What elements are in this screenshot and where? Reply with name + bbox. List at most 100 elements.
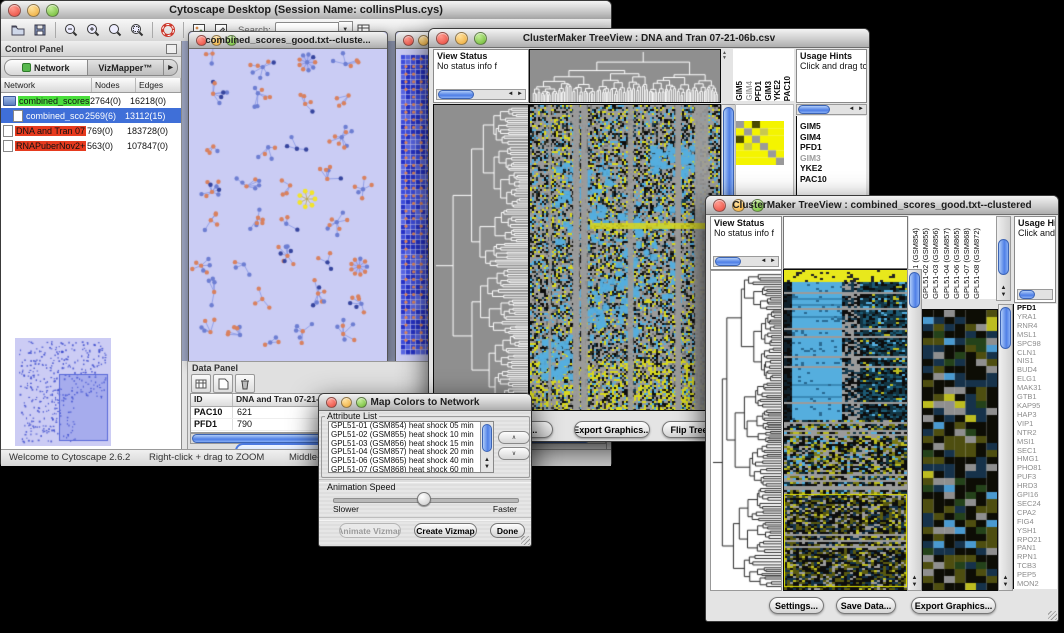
desktop: Cytoscape Desktop (Session Name: collins…	[0, 0, 1064, 633]
scrollbar-thumb[interactable]	[909, 272, 920, 308]
network-table-header: Network Nodes Edges	[1, 78, 181, 93]
scrollbar-arrows-icon[interactable]: ▲▼	[999, 575, 1012, 589]
column-label: GPL51-02 (GSM855)	[921, 228, 931, 299]
tv2-genelist-vscrollbar[interactable]: ▲▼	[998, 304, 1013, 591]
zoom-in-icon[interactable]	[83, 21, 103, 39]
tv1-left-dendrogram[interactable]	[433, 104, 529, 411]
scrollbar-arrows-icon[interactable]: ▲▼	[997, 285, 1010, 299]
network-view-window[interactable]: combined_scores_good.txt--cluste...	[188, 31, 388, 363]
dialog-titlebar[interactable]: Map Colors to Network	[319, 394, 531, 411]
scrollbar-thumb[interactable]	[715, 257, 741, 266]
row-label[interactable]: PFD1	[797, 142, 866, 153]
tab-vizmapper[interactable]: VizMapper™	[88, 59, 165, 76]
scrollbar-thumb[interactable]	[1019, 290, 1035, 299]
tv2-heatmap-vscrollbar[interactable]: ▲▼	[907, 269, 922, 591]
create-vizmap-button[interactable]: Create Vizmap	[414, 523, 477, 538]
scrollbar-thumb[interactable]	[998, 239, 1009, 275]
zoom-fit-icon[interactable]	[105, 21, 125, 39]
row-label[interactable]: PAC10	[797, 174, 866, 185]
view-status-hscrollbar[interactable]: ◄ ►	[713, 256, 779, 267]
network-name: combined_sco	[25, 111, 85, 121]
tv2-left-dendrogram[interactable]	[710, 270, 782, 591]
attribute-listbox[interactable]: GPL51-01 (GSM854) heat shock 05 minGPL51…	[328, 421, 494, 473]
scrollbar-thumb[interactable]	[482, 424, 492, 452]
resize-grip[interactable]	[521, 536, 530, 545]
tv2-top-dendrogram-area[interactable]	[783, 216, 908, 269]
tv1-correlation-matrix[interactable]	[736, 121, 784, 165]
control-panel-tabs: Network VizMapper™ ▶	[1, 57, 181, 78]
animate-vizmap-button[interactable]: Animate Vizmap	[339, 523, 401, 538]
move-up-button[interactable]: ∧	[498, 431, 530, 444]
help-icon[interactable]	[158, 21, 178, 39]
control-panel: Control Panel Network VizMapper™ ▶ Netwo…	[1, 41, 182, 449]
tv2-title: ClusterMaker TreeView : combined_scores_…	[706, 196, 1058, 214]
main-titlebar[interactable]: Cytoscape Desktop (Session Name: collins…	[1, 1, 611, 20]
tv1-view-status-panel: View Status No status info f ◄ ►	[433, 49, 529, 103]
network-list-row[interactable]: DNA and Tran 07769(0)183728(0)	[1, 123, 181, 138]
scrollbar-arrows-icon[interactable]: ▲▼	[908, 575, 921, 589]
network-list: combined_scores2764(0)16218(0)combined_s…	[1, 93, 181, 153]
tv1-usage-hints-panel: Usage Hints Click and drag to	[796, 49, 867, 103]
column-label: PFD1	[754, 81, 764, 101]
row-label[interactable]: GIM3	[797, 153, 866, 164]
attribute-select-icon[interactable]	[191, 374, 211, 393]
birdseye-canvas[interactable]	[15, 338, 111, 446]
network-list-row[interactable]: combined_sco2569(6)13112(15)	[1, 108, 181, 123]
tv2-titlebar[interactable]: ClusterMaker TreeView : combined_scores_…	[706, 196, 1058, 215]
main-window-title: Cytoscape Desktop (Session Name: collins…	[1, 1, 611, 19]
tv1-usage-hscrollbar[interactable]: ◄ ►	[796, 104, 867, 115]
row-label[interactable]: YKE2	[797, 163, 866, 174]
view-status-hscrollbar[interactable]: ◄ ►	[436, 89, 526, 100]
tv1-titlebar[interactable]: ClusterMaker TreeView : DNA and Tran 07-…	[429, 29, 869, 48]
network-canvas[interactable]	[189, 49, 385, 361]
zoom-region-icon[interactable]	[127, 21, 147, 39]
tv2-labels-vscrollbar[interactable]: ▲▼	[996, 216, 1011, 301]
row-id: PAC10	[191, 407, 233, 418]
attribute-list-vscrollbar[interactable]: ▲▼	[480, 422, 493, 472]
scrollbar-thumb[interactable]	[438, 90, 474, 99]
close-button[interactable]	[403, 35, 414, 46]
network-view-titlebar[interactable]: combined_scores_good.txt--cluste...	[189, 32, 387, 49]
slider-thumb[interactable]	[417, 492, 431, 506]
column-label: GPL51-04 (GSM857)	[942, 228, 952, 299]
network-edges-count: 107847(0)	[127, 141, 181, 151]
tv2-heatmap[interactable]	[783, 269, 908, 591]
tab-overflow-arrow[interactable]: ▶	[164, 59, 178, 76]
tv1-top-dendrogram[interactable]	[529, 49, 721, 103]
scrollbar-thumb[interactable]	[1000, 307, 1011, 349]
splitter-arrows-icon[interactable]: ▲▼	[722, 51, 727, 61]
move-down-button[interactable]: ∨	[498, 447, 530, 460]
gene-label[interactable]: MON2	[1014, 580, 1057, 589]
save-icon[interactable]	[30, 21, 50, 39]
tv1-button-export-graphics-[interactable]: Export Graphics...	[574, 421, 650, 438]
tv2-button-export-graphics-[interactable]: Export Graphics...	[911, 597, 996, 614]
resize-grip[interactable]	[1048, 611, 1057, 620]
scrollbar-arrows-icon[interactable]: ◄ ►	[760, 257, 777, 265]
row-label[interactable]: GIM5	[797, 121, 866, 132]
tv1-heatmap[interactable]	[529, 104, 721, 411]
network-list-row[interactable]: RNAPuberNov2+563(0)107847(0)	[1, 138, 181, 153]
scrollbar-arrows-icon[interactable]: ▲▼	[481, 457, 493, 471]
scrollbar-arrows-icon[interactable]: ◄ ►	[507, 90, 524, 98]
new-attribute-icon[interactable]	[213, 374, 233, 393]
zoom-out-icon[interactable]	[61, 21, 81, 39]
done-button[interactable]: Done	[490, 523, 525, 538]
row-label[interactable]: GIM4	[797, 132, 866, 143]
map-colors-dialog[interactable]: Map Colors to Network Attribute List GPL…	[318, 393, 532, 547]
open-icon[interactable]	[8, 21, 28, 39]
scrollbar-thumb[interactable]	[723, 107, 734, 201]
attribute-list-group: GPL51-01 (GSM854) heat shock 05 minGPL51…	[321, 416, 530, 478]
scrollbar-arrows-icon[interactable]: ◄ ►	[848, 105, 865, 113]
delete-attribute-icon[interactable]	[235, 374, 255, 393]
usage-hints-hscrollbar[interactable]	[1017, 289, 1053, 300]
tab-network[interactable]: Network	[4, 59, 88, 76]
network-list-row[interactable]: combined_scores2764(0)16218(0)	[1, 93, 181, 108]
tv2-button-save-data-[interactable]: Save Data...	[836, 597, 896, 614]
tv2-secondary-heatmap[interactable]	[922, 309, 998, 591]
scrollbar-thumb[interactable]	[798, 105, 830, 114]
attribute-list-item[interactable]: GPL51-07 (GSM868) heat shock 60 min	[329, 466, 493, 473]
column-label: GPL51-03 (GSM856)	[931, 228, 941, 299]
tv2-button-settings-[interactable]: Settings...	[769, 597, 824, 614]
float-panel-icon[interactable]	[166, 44, 177, 54]
treeview-window-combined[interactable]: ClusterMaker TreeView : combined_scores_…	[705, 195, 1059, 622]
